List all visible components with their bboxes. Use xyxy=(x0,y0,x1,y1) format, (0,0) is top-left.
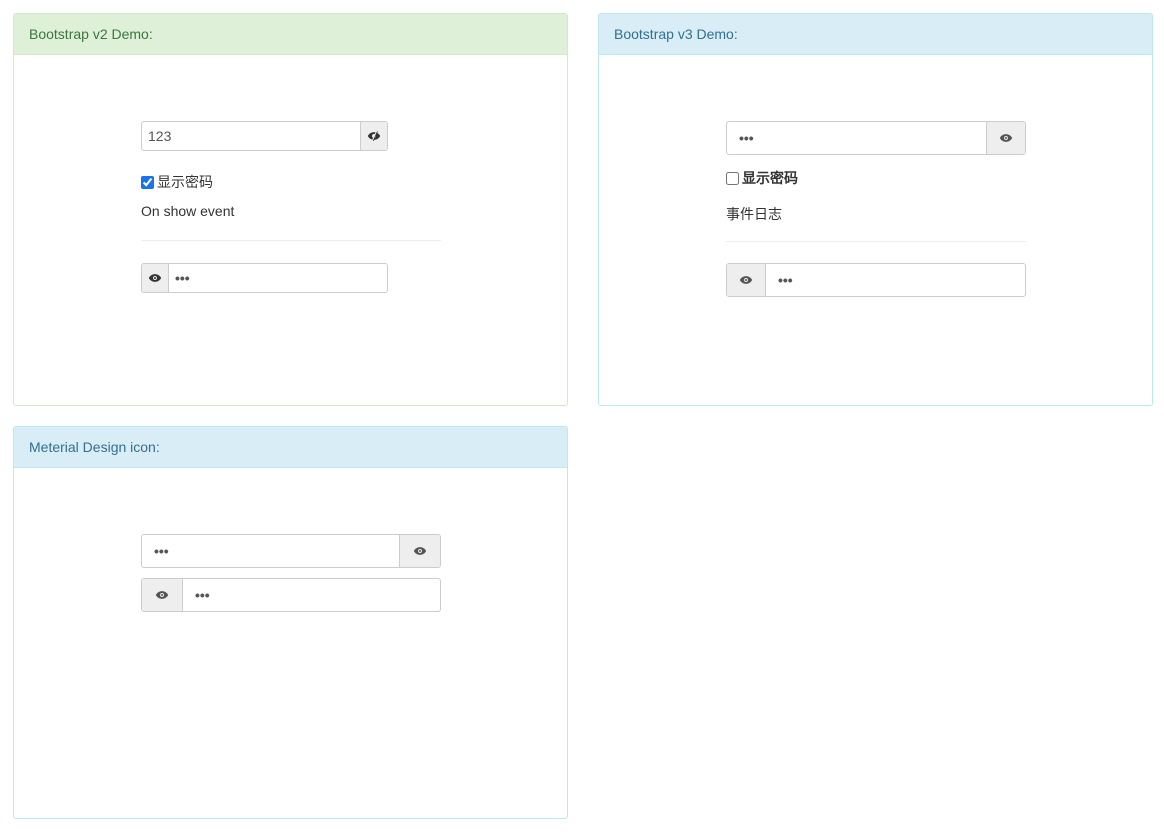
divider xyxy=(726,241,1026,242)
eye-icon xyxy=(413,547,427,555)
v2-second-password-field xyxy=(141,263,388,293)
eye-icon xyxy=(148,274,162,282)
v3-event-log: 事件日志 xyxy=(726,206,782,222)
v2-second-password-input[interactable] xyxy=(169,264,387,292)
v2-event-text: On show event xyxy=(141,203,235,219)
v3-second-password-input[interactable] xyxy=(766,264,1025,296)
eye-icon xyxy=(155,591,169,599)
v2-password-input[interactable] xyxy=(142,122,360,150)
material-design-panel: Meterial Design icon: xyxy=(13,426,568,819)
panel-title: Bootstrap v3 Demo: xyxy=(599,14,1152,55)
eye-icon xyxy=(999,134,1013,142)
md-second-password-field xyxy=(141,578,441,612)
v3-second-password-field xyxy=(726,263,1026,297)
eye-icon xyxy=(739,276,753,284)
v3-show-password-label: 显示密码 xyxy=(742,170,798,186)
bootstrap-v2-panel: Bootstrap v2 Demo: 显示密码 On show event xyxy=(13,13,568,406)
md-password-field xyxy=(141,534,441,568)
v2-show-password-checkbox-row[interactable]: 显示密码 xyxy=(141,172,213,192)
v2-password-field xyxy=(141,121,388,151)
v3-toggle-button[interactable] xyxy=(986,122,1025,154)
v2-toggle-button[interactable] xyxy=(360,122,387,150)
md-password-input[interactable] xyxy=(142,535,399,567)
md-second-toggle-button[interactable] xyxy=(142,579,183,611)
v3-show-password-checkbox-row[interactable]: 显示密码 xyxy=(726,168,798,188)
panel-title: Bootstrap v2 Demo: xyxy=(14,14,567,55)
eye-slash-icon xyxy=(367,131,381,141)
bootstrap-v3-panel: Bootstrap v3 Demo: 显示密码 事件日志 xyxy=(598,13,1153,406)
v2-second-toggle-button[interactable] xyxy=(142,264,169,292)
v3-second-toggle-button[interactable] xyxy=(727,264,766,296)
v2-show-password-label: 显示密码 xyxy=(157,174,213,190)
panel-title: Meterial Design icon: xyxy=(14,427,567,468)
md-toggle-button[interactable] xyxy=(399,535,440,567)
v3-password-input[interactable] xyxy=(727,122,986,154)
divider xyxy=(141,240,441,241)
md-second-password-input[interactable] xyxy=(183,579,440,611)
v3-show-password-checkbox[interactable] xyxy=(726,171,739,185)
v2-show-password-checkbox[interactable] xyxy=(141,175,154,189)
v3-password-field xyxy=(726,121,1026,155)
